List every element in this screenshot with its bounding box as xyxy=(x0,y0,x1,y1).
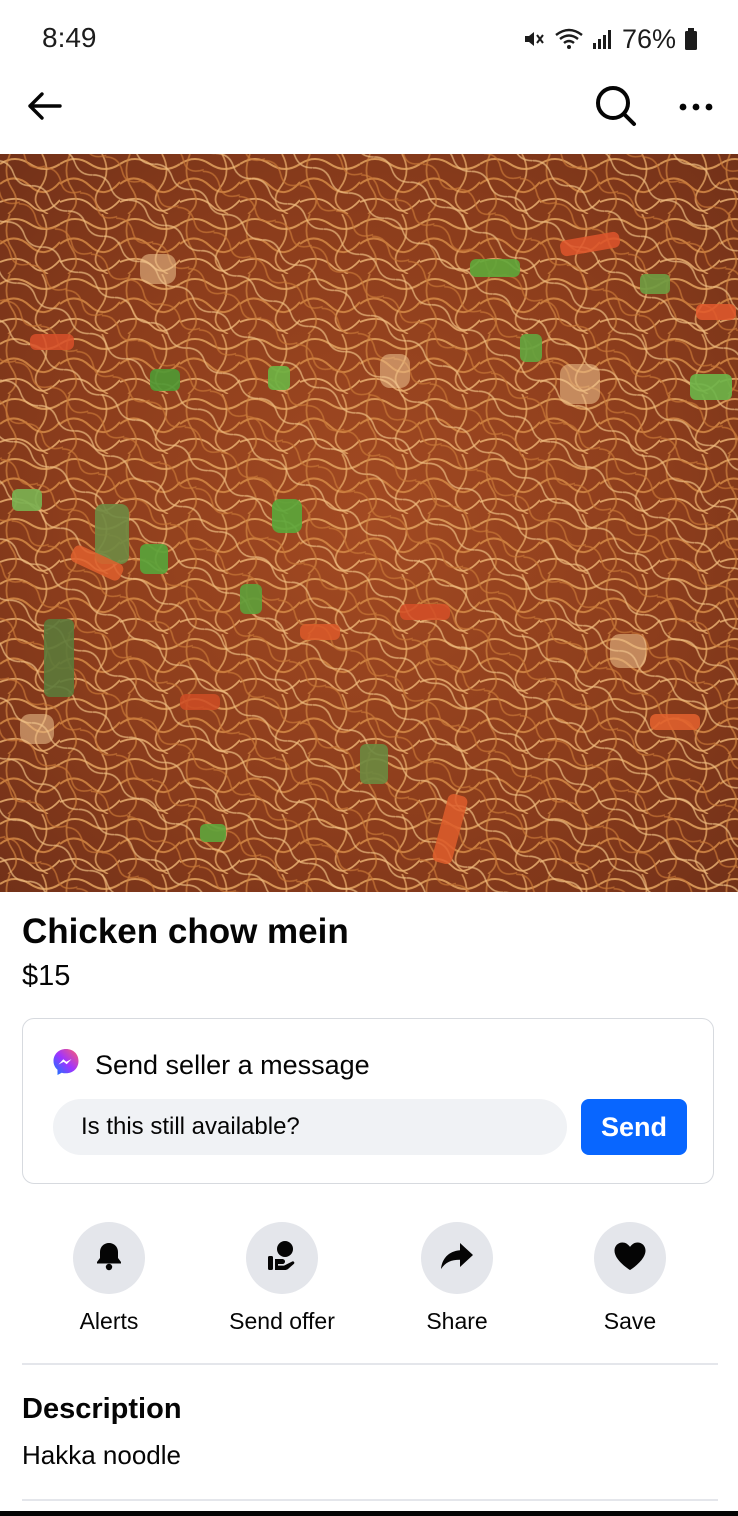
more-dots-icon xyxy=(678,99,714,117)
description-text: Hakka noodle xyxy=(22,1440,181,1470)
more-options-button[interactable] xyxy=(668,80,724,136)
noodle-dish-image xyxy=(0,154,738,892)
battery-percent: 76% xyxy=(621,23,676,54)
system-nav-edge xyxy=(0,1511,738,1516)
action-row: Alerts Send offer Share Save xyxy=(0,1222,738,1342)
listing-price: $15 xyxy=(22,960,71,992)
status-bar: 8:49 76% xyxy=(0,0,738,78)
section-divider xyxy=(22,1363,718,1365)
search-button[interactable] xyxy=(588,80,644,136)
section-divider-bottom xyxy=(22,1499,718,1501)
description-heading: Description xyxy=(22,1393,182,1425)
back-button[interactable] xyxy=(16,80,72,136)
share-label: Share xyxy=(426,1308,488,1334)
listing-photo[interactable] xyxy=(0,154,738,892)
bell-icon xyxy=(93,1240,125,1277)
alerts-button[interactable] xyxy=(73,1222,145,1294)
save-label: Save xyxy=(603,1308,657,1334)
share-arrow-icon xyxy=(439,1240,475,1277)
mute-icon xyxy=(522,27,546,51)
send-button[interactable]: Send xyxy=(581,1099,687,1155)
heart-icon xyxy=(613,1241,647,1276)
listing-title: Chicken chow mein xyxy=(22,912,349,951)
share-action[interactable]: Share xyxy=(367,1222,547,1335)
alerts-action[interactable]: Alerts xyxy=(19,1222,199,1335)
messenger-icon xyxy=(51,1047,81,1084)
send-offer-label: Send offer xyxy=(229,1308,335,1334)
wifi-icon xyxy=(554,27,584,51)
battery-icon xyxy=(684,27,698,51)
share-button[interactable] xyxy=(421,1222,493,1294)
save-action[interactable]: Save xyxy=(540,1222,720,1335)
message-card-heading: Send seller a message xyxy=(95,1050,370,1080)
message-input[interactable] xyxy=(53,1099,567,1155)
message-card-header: Send seller a message xyxy=(51,1047,370,1084)
send-offer-button[interactable] xyxy=(246,1222,318,1294)
alerts-label: Alerts xyxy=(79,1308,139,1334)
top-nav xyxy=(0,78,738,154)
save-button[interactable] xyxy=(594,1222,666,1294)
status-time: 8:49 xyxy=(42,22,97,53)
message-seller-card: Send seller a message Send xyxy=(22,1018,714,1184)
back-arrow-icon xyxy=(24,86,64,131)
send-offer-action[interactable]: Send offer xyxy=(192,1222,372,1335)
search-icon xyxy=(594,84,638,133)
offer-hand-icon xyxy=(264,1238,300,1279)
status-icons: 76% xyxy=(522,22,698,56)
signal-icon xyxy=(592,28,614,50)
